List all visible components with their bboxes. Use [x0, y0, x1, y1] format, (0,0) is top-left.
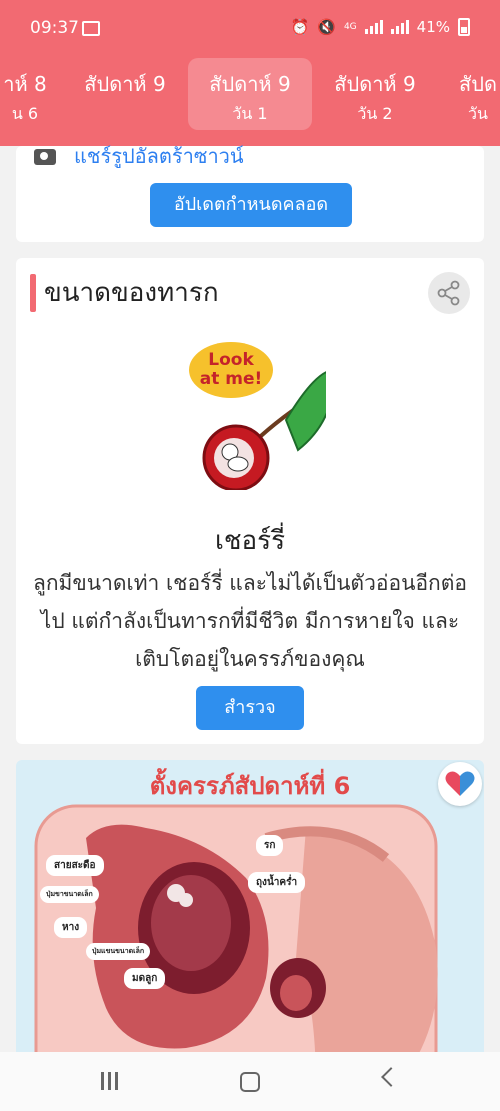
- cherry-baby-illustration: Look at me!: [189, 342, 326, 490]
- status-bar: 09:37 ⏰ 🔇 4G 41%: [0, 0, 500, 56]
- back-button[interactable]: [381, 1067, 401, 1087]
- home-button[interactable]: [240, 1072, 260, 1092]
- tab-day-label: วัน 2: [357, 104, 393, 123]
- tab-week-label: สัปด: [459, 72, 497, 96]
- tab-week-label: สัปดาห์ 9: [84, 72, 166, 96]
- svg-text:at me!: at me!: [200, 369, 263, 389]
- tab-week-8-day-6[interactable]: าห์ 8 น 6: [0, 58, 60, 130]
- svg-text:Look: Look: [208, 350, 254, 370]
- alarm-icon: ⏰: [290, 18, 310, 36]
- explore-button[interactable]: สำรวจ: [196, 686, 304, 730]
- tab-week-9-day-1[interactable]: สัปดาห์ 9 วัน 1: [188, 58, 312, 130]
- signal-icon-2: [390, 20, 409, 34]
- label-small-bud-1: ปุ่มขาขนาดเล็ก: [40, 886, 99, 903]
- system-navigation-bar: [0, 1052, 500, 1111]
- tab-day-label: วัน: [468, 104, 488, 123]
- battery-icon: [458, 18, 470, 36]
- tab-day-label: น 6: [11, 104, 39, 123]
- share-ultrasound-link[interactable]: แชร์รูปอัลตร้าซาวน์: [74, 140, 244, 172]
- gallery-icon: [82, 21, 100, 36]
- label-placenta: รก: [256, 835, 284, 856]
- pregnancy-week-card[interactable]: ตั้งครรภ์สัปดาห์ที่ 6 สายสะดือ ปุ่มขาขนา…: [16, 760, 484, 1080]
- tab-week-label: สัปดาห์ 9: [209, 72, 291, 96]
- label-amniotic-sac: ถุงน้ำคร่ำ: [248, 872, 306, 893]
- share-button[interactable]: [428, 272, 470, 314]
- tab-week-9-day-2[interactable]: สัปดาห์ 9 วัน 2: [320, 58, 430, 130]
- card-title: ขนาดของทารก: [44, 278, 219, 308]
- share-icon: [437, 280, 460, 306]
- battery-level: 41%: [416, 18, 450, 36]
- title-accent-bar: [30, 274, 36, 312]
- status-time: 09:37: [30, 18, 79, 38]
- tab-week-9[interactable]: สัปดาห์ 9: [70, 58, 180, 130]
- heart-icon: [445, 771, 475, 796]
- baby-size-card: ขนาดของทารก Look at me! เชอร์รี่ ลูกมีขน…: [16, 258, 484, 744]
- recent-apps-button[interactable]: [101, 1072, 121, 1090]
- week-tabs: าห์ 8 น 6 สัปดาห์ 9 สัปดาห์ 9 วัน 1 สัปด…: [0, 58, 500, 134]
- update-due-date-button[interactable]: อัปเดตกำหนดคลอด: [150, 183, 352, 227]
- tab-day-label: วัน 1: [232, 104, 268, 123]
- signal-icon: [364, 20, 383, 34]
- baby-size-description: ลูกมีขนาดเท่า เชอร์รี่ และไม่ได้เป็นตัวอ…: [32, 571, 468, 671]
- label-umbilical-cord: สายสะดือ: [46, 855, 104, 876]
- tab-week-9-day-3[interactable]: สัปด วัน: [448, 58, 500, 130]
- network-label: 4G: [343, 22, 357, 32]
- label-uterus: มดลูก: [124, 968, 166, 989]
- mute-icon: 🔇: [317, 18, 336, 36]
- app-header: 09:37 ⏰ 🔇 4G 41% าห์ 8 น 6 สัปดาห์ 9 สัป…: [0, 0, 500, 146]
- tab-week-label: าห์ 8: [3, 72, 47, 96]
- label-tail: หาง: [54, 917, 88, 938]
- fetus-diagram: [34, 804, 438, 1080]
- tab-week-label: สัปดาห์ 9: [334, 72, 416, 96]
- status-icons: ⏰ 🔇 4G 41%: [291, 18, 470, 36]
- fruit-name: เชอร์รี่: [214, 526, 286, 556]
- camera-icon: [34, 149, 56, 165]
- label-small-bud-2: ปุ่มแขนขนาดเล็ก: [86, 943, 151, 960]
- ultrasound-card: แชร์รูปอัลตร้าซาวน์ อัปเดตกำหนดคลอด: [16, 144, 484, 242]
